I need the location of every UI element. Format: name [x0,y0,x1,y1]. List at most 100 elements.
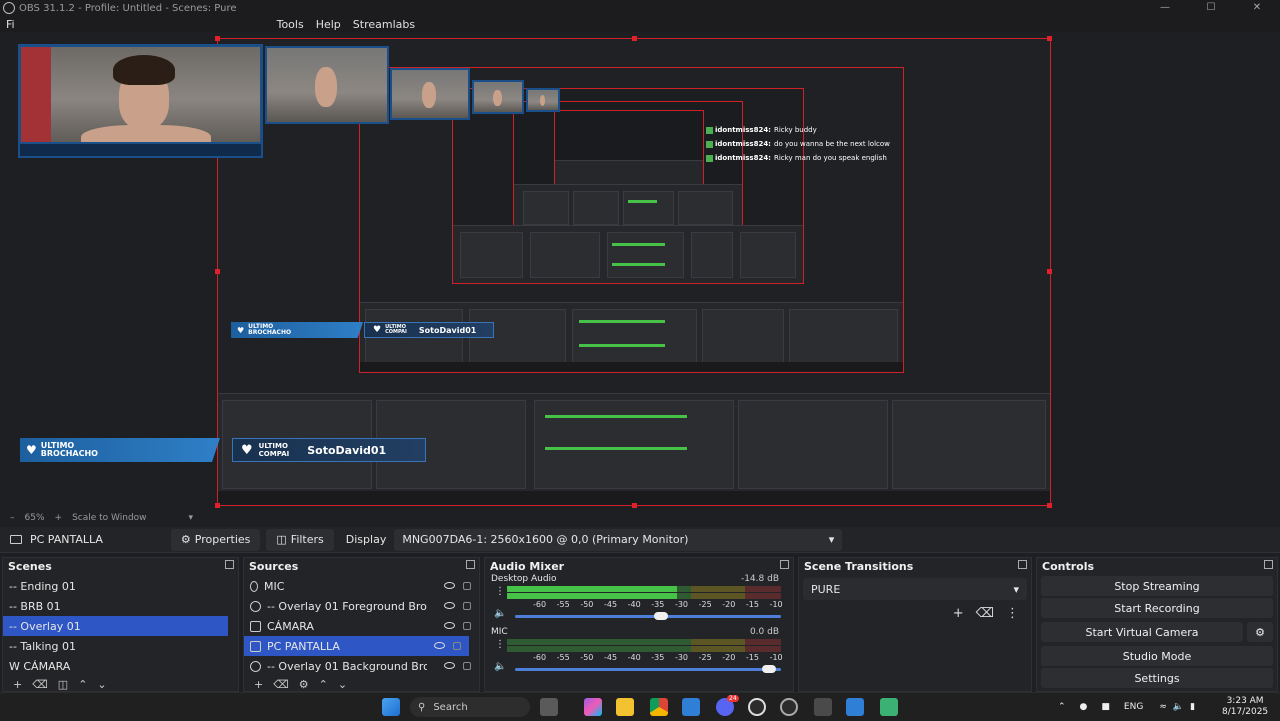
filter-icon: ◫ [276,533,287,546]
eye-icon[interactable] [444,622,455,629]
menu-tools[interactable]: Tools [271,18,310,31]
trash-icon[interactable]: ⌫ [976,606,994,621]
chevron-down-icon[interactable]: ⌄ [97,678,106,691]
scene-item[interactable]: W CÁMARA [3,656,238,676]
taskbar-search[interactable]: ⚲ Search [410,697,530,717]
source-item[interactable]: -- Overlay 01 Foreground Browser S [244,596,479,616]
settings-button[interactable]: Settings [1041,668,1273,688]
lock-icon[interactable] [463,662,471,670]
compai-banner-echo: ♥ ULTIMO COMPAI SotoDavid01 [364,322,494,338]
eye-icon[interactable] [444,602,455,609]
source-item[interactable]: PC PANTALLA [244,636,469,656]
popout-icon[interactable] [1018,560,1027,569]
resize-handle[interactable] [215,503,220,508]
resize-handle[interactable] [632,503,637,508]
mic-label: MIC [491,627,508,637]
source-item[interactable]: CÁMARA [244,616,479,636]
studio-mode-button[interactable]: Studio Mode [1041,646,1273,666]
chevron-down-icon[interactable]: ⌄ [338,678,347,691]
chevron-up-icon[interactable]: ⌃ [78,678,87,691]
copilot-icon[interactable] [584,698,602,716]
network-icon[interactable]: ■ [1101,702,1110,712]
vscode-icon[interactable] [682,698,700,716]
streamlabs-icon[interactable] [880,698,898,716]
chevron-down-icon[interactable]: ▾ [189,513,194,523]
trash-icon[interactable]: ⌫ [273,678,289,691]
resize-handle[interactable] [1047,503,1052,508]
filters-button[interactable]: ◫ Filters [266,528,334,551]
gear-icon[interactable]: ⚙ [299,678,309,691]
menu-file[interactable]: Fi [0,18,21,31]
properties-button[interactable]: ⚙ Properties [170,528,261,551]
lock-icon[interactable] [453,642,461,650]
clock[interactable]: 3:23 AM 8/17/2025 [1222,693,1268,721]
eye-icon[interactable] [434,642,445,649]
display-select[interactable]: MNG007DA6-1: 2560x1600 @ 0,0 (Primary Mo… [394,528,843,551]
start-recording-button[interactable]: Start Recording [1041,598,1273,618]
eye-icon[interactable] [444,662,455,669]
eye-icon[interactable] [444,582,455,589]
scene-item[interactable]: -- Ending 01 [3,576,238,596]
speaker-icon[interactable]: 🔈 [494,608,506,619]
chevron-up-icon[interactable]: ⌃ [319,678,328,691]
chrome-icon[interactable] [650,698,668,716]
scene-item[interactable]: -- BRB 01 [3,596,238,616]
desktop-volume-slider[interactable] [515,612,781,620]
lock-icon[interactable] [463,622,471,630]
kebab-menu-icon[interactable]: ⋮ [495,586,505,597]
speaker-icon[interactable]: 🔈 [494,661,506,672]
mic-volume-slider[interactable] [515,665,781,673]
obs-taskbar-icon[interactable] [748,698,766,716]
maximize-button[interactable]: ☐ [1188,0,1234,16]
obs-logo-icon [3,2,15,14]
source-item[interactable]: MIC [244,576,479,596]
transition-select[interactable]: PURE ▾ [803,578,1027,600]
resize-handle[interactable] [632,36,637,41]
windows-start-icon[interactable] [382,698,400,716]
language-indicator[interactable]: ENG [1124,702,1143,712]
popout-icon[interactable] [780,560,789,569]
add-scene-button[interactable]: + [13,678,22,691]
battery-icon[interactable]: ▮ [1190,702,1195,712]
microphone-icon[interactable]: ● [1080,702,1088,712]
zoom-in-button[interactable]: + [55,513,63,523]
app-icon[interactable] [780,698,798,716]
scene-item[interactable]: -- Overlay 01 [3,616,228,636]
start-virtual-camera-button[interactable]: Start Virtual Camera [1041,622,1243,642]
filter-icon[interactable]: ◫ [58,678,68,691]
kebab-menu-icon[interactable]: ⋮ [1006,606,1019,621]
add-transition-button[interactable]: + [953,606,964,621]
windows-taskbar: ⚲ Search 24 ⌃ ● ■ ENG ≈ 🔈 ▮ 3:23 AM 8/17… [0,692,1280,720]
preview-area[interactable]: idontmiss824: Ricky buddy idontmiss824: do… [0,32,1280,510]
kebab-menu-icon[interactable]: ⋮ [495,639,505,650]
resize-handle[interactable] [215,269,220,274]
chevron-up-icon[interactable]: ⌃ [1058,702,1066,712]
menu-streamlabs[interactable]: Streamlabs [347,18,421,31]
file-explorer-icon[interactable] [616,698,634,716]
popout-icon[interactable] [1264,560,1273,569]
minimize-button[interactable]: — [1142,0,1188,16]
add-source-button[interactable]: + [254,678,263,691]
zoom-out-button[interactable]: – [10,513,15,523]
popout-icon[interactable] [225,560,234,569]
scene-item[interactable]: -- Talking 01 [3,636,238,656]
scale-mode[interactable]: Scale to Window [72,513,146,523]
app-icon[interactable] [814,698,832,716]
meter-zone [690,586,746,592]
virtual-camera-settings-button[interactable]: ⚙ [1247,622,1273,642]
popout-icon[interactable] [466,560,475,569]
lock-icon[interactable] [463,602,471,610]
butterfly-app-icon[interactable] [540,698,558,716]
stop-streaming-button[interactable]: Stop Streaming [1041,576,1273,596]
resize-handle[interactable] [1047,36,1052,41]
menu-help[interactable]: Help [310,18,347,31]
lock-icon[interactable] [463,582,471,590]
app-icon[interactable] [846,698,864,716]
close-button[interactable]: ✕ [1234,0,1280,16]
source-item[interactable]: -- Overlay 01 Background Browser S [244,656,479,676]
volume-icon[interactable]: 🔈 [1173,702,1184,712]
wifi-icon[interactable]: ≈ [1159,702,1167,712]
resize-handle[interactable] [215,36,220,41]
trash-icon[interactable]: ⌫ [32,678,48,691]
resize-handle[interactable] [1047,269,1052,274]
